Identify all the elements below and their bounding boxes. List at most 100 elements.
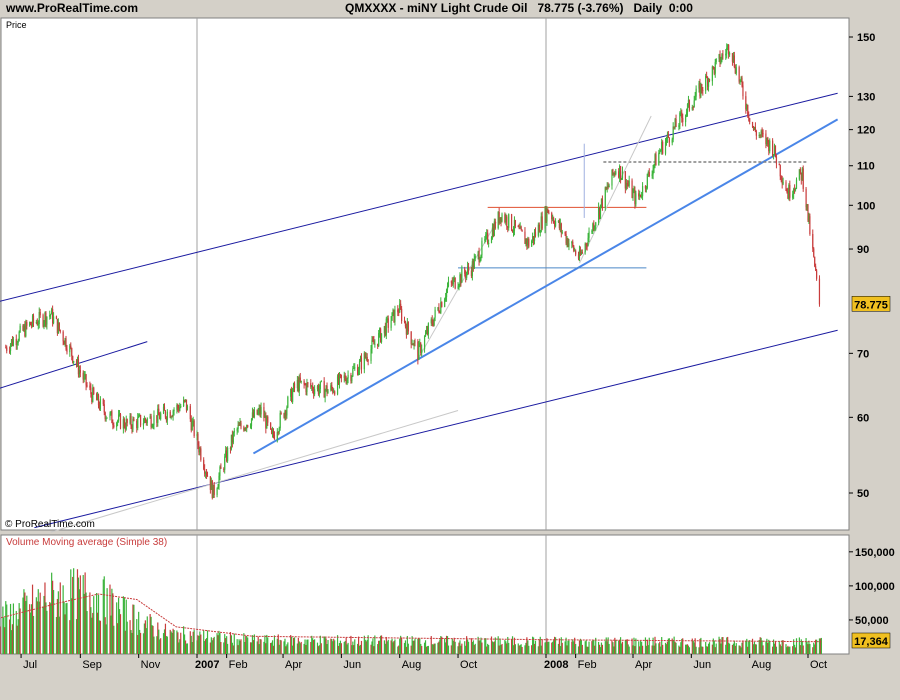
- candle-body: [102, 399, 104, 405]
- volume-bar: [809, 643, 811, 654]
- candle-body: [8, 350, 11, 352]
- candle-body: [445, 297, 447, 300]
- candle-body: [43, 322, 45, 326]
- candle-body: [702, 90, 704, 92]
- candle-body: [270, 422, 272, 429]
- candle-body: [50, 314, 52, 316]
- candle-body: [279, 413, 281, 429]
- candle-body: [588, 231, 590, 238]
- candle-body: [560, 223, 562, 233]
- candle-body: [681, 112, 683, 118]
- volume-bar: [226, 643, 229, 654]
- candle-body: [344, 375, 346, 381]
- volume-bar: [508, 642, 510, 654]
- candle-body: [166, 411, 168, 421]
- candle-body: [401, 308, 403, 322]
- candle-body: [193, 420, 195, 436]
- candle-body: [671, 139, 673, 143]
- candle-body: [538, 224, 540, 233]
- volume-bar: [521, 646, 523, 654]
- candle-body: [433, 317, 435, 326]
- candle-body: [587, 237, 589, 246]
- candle-body: [484, 239, 486, 241]
- candle-body: [665, 138, 668, 142]
- candle-body: [340, 374, 342, 378]
- candle-body: [517, 225, 519, 227]
- candle-body: [466, 272, 468, 278]
- y-tick-label: 120: [857, 125, 875, 137]
- volume-bar: [820, 637, 822, 654]
- candle-body: [352, 368, 354, 377]
- candle-body: [109, 413, 111, 418]
- candle-body: [769, 140, 771, 152]
- volume-bar: [494, 637, 496, 654]
- volume-bar: [113, 625, 115, 654]
- volume-bar: [762, 645, 764, 654]
- volume-bar: [434, 643, 436, 654]
- candle-body: [608, 185, 610, 188]
- candle-body: [812, 233, 814, 249]
- candle-body: [418, 343, 420, 360]
- candle-body: [785, 182, 787, 191]
- volume-bar: [675, 642, 677, 654]
- candle-body: [374, 343, 376, 345]
- candle-body: [277, 432, 279, 434]
- volume-bar: [427, 645, 429, 654]
- candle-body: [794, 188, 797, 190]
- candle-body: [487, 232, 489, 244]
- volume-bar: [247, 637, 249, 654]
- candle-body: [662, 141, 664, 154]
- candle-body: [90, 387, 92, 395]
- candle-body: [539, 232, 541, 234]
- volume-bar: [702, 646, 704, 654]
- volume-bar: [180, 632, 182, 654]
- volume-bar: [802, 645, 804, 654]
- candle-body: [653, 164, 655, 169]
- candle-body: [26, 322, 28, 326]
- candle-body: [604, 187, 606, 208]
- volume-bar: [795, 638, 798, 654]
- candle-body: [701, 84, 703, 91]
- candle-body: [572, 241, 574, 246]
- candle-body: [815, 266, 817, 271]
- candle-body: [506, 216, 508, 227]
- volume-bar: [173, 629, 175, 654]
- candle-body: [595, 222, 597, 227]
- volume-bar: [735, 643, 737, 654]
- candle-body: [652, 168, 654, 175]
- volume-bar: [374, 635, 376, 654]
- volume-bar: [220, 642, 222, 654]
- candle-body: [485, 234, 487, 240]
- volume-bar: [387, 639, 389, 654]
- candle-body: [394, 309, 396, 322]
- volume-bar: [441, 636, 443, 654]
- candle-body: [626, 182, 628, 185]
- candle-body: [19, 325, 21, 332]
- candle-body: [320, 381, 322, 383]
- candle-body: [648, 172, 650, 176]
- candle-body: [86, 385, 88, 387]
- candle-body: [164, 410, 167, 418]
- volume-bar: [655, 643, 657, 654]
- candle-body: [371, 340, 373, 350]
- chart-svg: 50 60 70 90 100 110 120 130 150 50,000 100,000 150…: [0, 17, 895, 671]
- candle-body: [334, 391, 336, 395]
- candle-body: [367, 360, 369, 362]
- candle-body: [387, 318, 389, 328]
- volume-bar: [59, 582, 61, 654]
- candle-body: [203, 459, 205, 470]
- candle-body: [303, 380, 305, 385]
- volume-bar: [615, 639, 617, 654]
- candle-body: [30, 322, 32, 326]
- volume-bar: [6, 604, 8, 654]
- candle-body: [226, 447, 229, 461]
- candle-body: [39, 312, 41, 316]
- last-volume-value: 17,364: [854, 636, 889, 648]
- candle-body: [62, 331, 64, 342]
- candle-body: [548, 212, 550, 214]
- candle-body: [615, 171, 617, 175]
- candle-body: [240, 422, 242, 428]
- volume-bar: [213, 636, 215, 654]
- price-panel-label: Price: [6, 20, 27, 30]
- candle-body: [494, 221, 496, 229]
